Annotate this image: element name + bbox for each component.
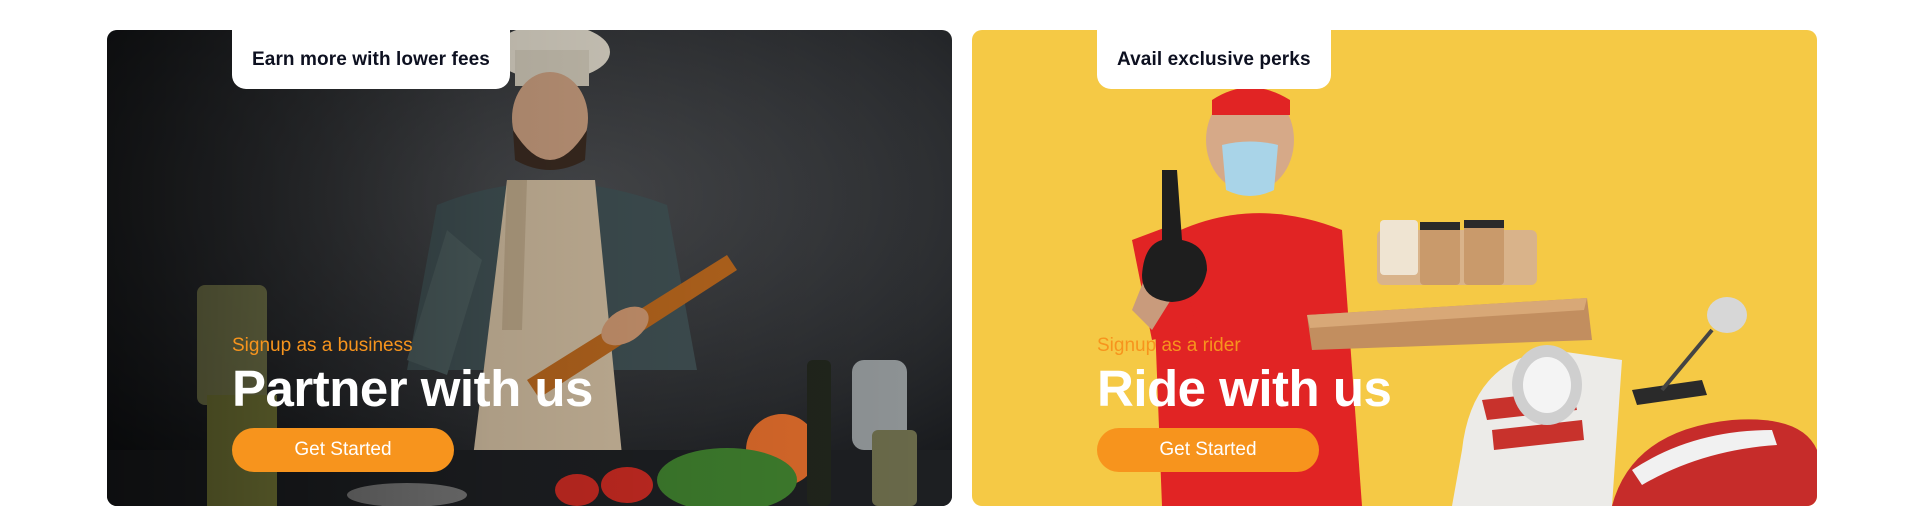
card-copy: Signup as a rider Ride with us <box>1097 335 1392 417</box>
get-started-rider-button[interactable]: Get Started <box>1097 428 1319 472</box>
signup-cards-section: Earn more with lower fees Signup as a bu… <box>0 0 1920 530</box>
business-signup-card: Earn more with lower fees Signup as a bu… <box>107 30 952 506</box>
card-eyebrow: Signup as a business <box>232 335 413 356</box>
rider-signup-card: Avail exclusive perks Signup as a rider … <box>972 30 1817 506</box>
card-tag: Earn more with lower fees <box>232 30 510 89</box>
card-headline: Ride with us <box>1097 360 1392 417</box>
rider-photo <box>972 30 1817 506</box>
get-started-business-button[interactable]: Get Started <box>232 428 454 472</box>
card-headline: Partner with us <box>232 360 593 417</box>
chef-photo <box>107 30 952 506</box>
card-copy: Signup as a business Partner with us <box>232 335 593 414</box>
card-eyebrow: Signup as a rider <box>1097 335 1241 356</box>
card-tag: Avail exclusive perks <box>1097 30 1331 89</box>
